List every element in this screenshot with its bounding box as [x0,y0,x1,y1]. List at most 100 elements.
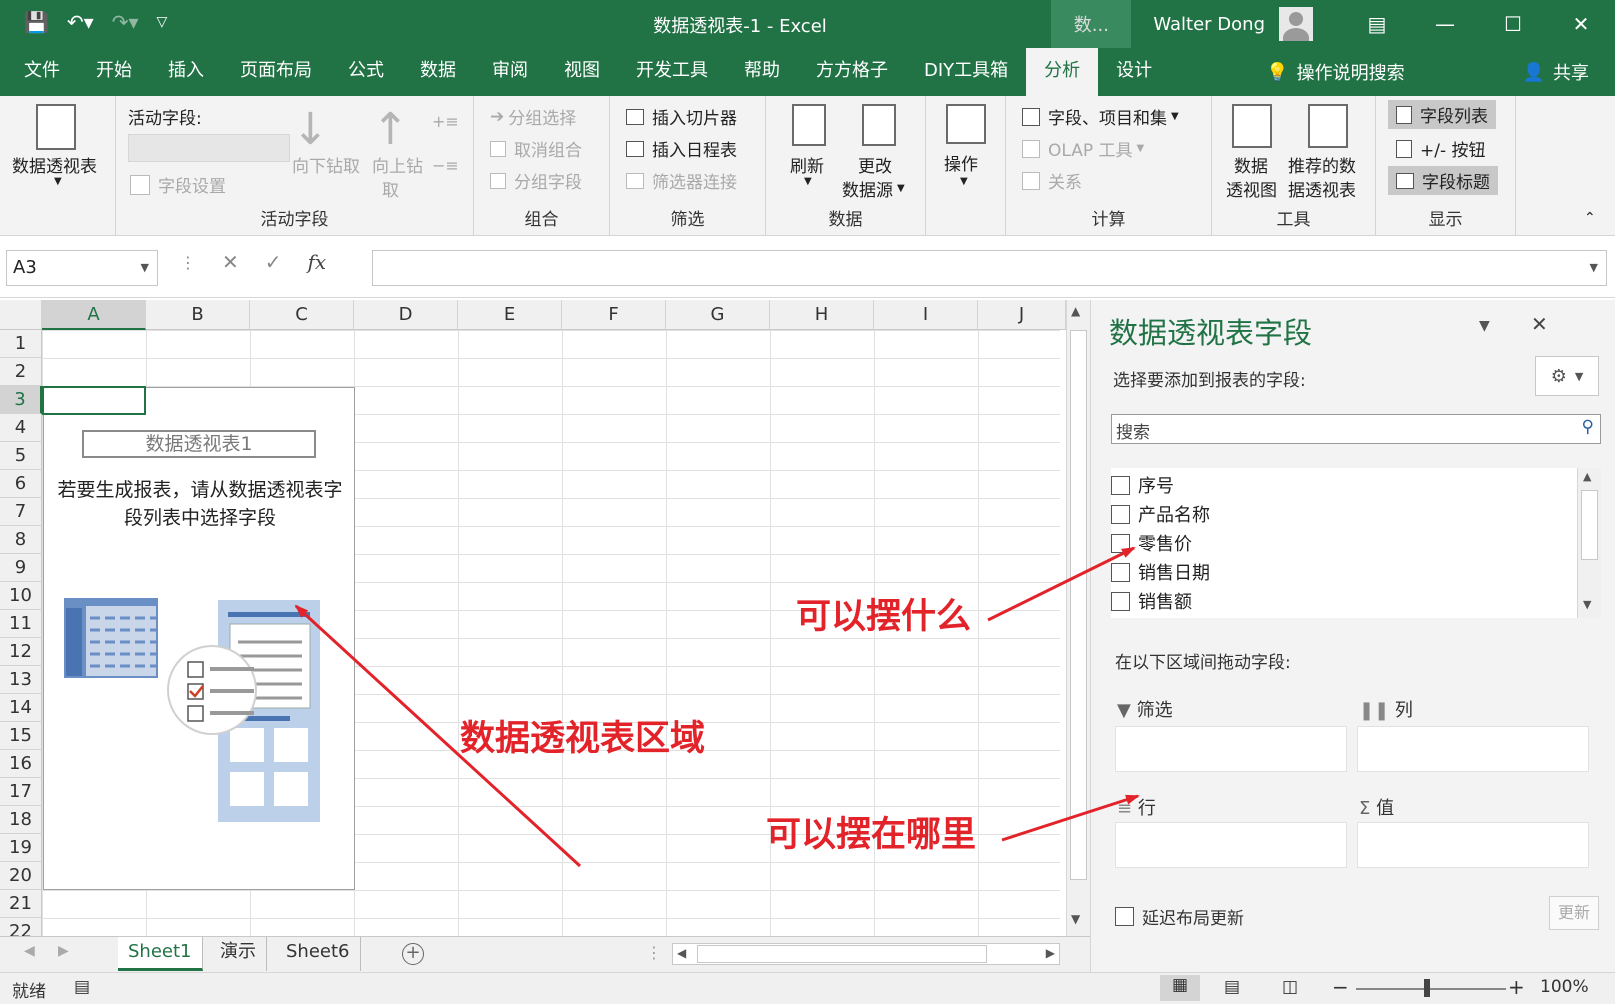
ungroup-button[interactable]: 取消组合 [490,136,582,161]
rows-drop-area[interactable] [1115,822,1347,868]
tab-ffgz[interactable]: 方方格子 [798,48,906,96]
row-header[interactable]: 11 [0,610,42,638]
user-name[interactable]: Walter Dong [1153,14,1265,35]
drill-up-button[interactable]: 向上钻 [372,152,423,177]
zoom-out-icon[interactable]: − [1332,975,1349,999]
drill-down-button[interactable]: 向下钻取 [292,152,360,177]
row-header[interactable]: 13 [0,666,42,694]
active-field-input[interactable] [128,134,290,162]
row-header[interactable]: 4 [0,414,42,442]
collapse-ribbon-icon[interactable]: ⌃ [1584,210,1596,226]
collapse-field-icon[interactable]: −≡ [432,156,459,175]
panel-options-icon[interactable]: ▼ [1479,318,1490,334]
row-header[interactable]: 21 [0,890,42,918]
row-header[interactable]: 22 [0,918,42,936]
scroll-right-icon[interactable]: ▶ [1046,946,1055,960]
field-list-toggle[interactable]: 字段列表 [1388,100,1496,129]
page-break-view-icon[interactable]: ◫ [1282,977,1298,997]
recommended-pivot-button[interactable]: 推荐的数 [1288,152,1356,177]
close-icon[interactable]: ✕ [1547,12,1615,36]
insert-function-icon[interactable]: fx [308,250,327,274]
columns-drop-area[interactable] [1357,726,1589,772]
insert-slicer-button[interactable]: 插入切片器 [626,104,737,129]
formula-input[interactable]: ▼ [372,250,1607,286]
tab-design[interactable]: 设计 [1098,48,1170,96]
tell-me-search[interactable]: 操作说明搜索 [1297,59,1405,85]
normal-view-icon[interactable]: ▦ [1160,975,1200,1001]
tab-page-layout[interactable]: 页面布局 [222,48,330,96]
update-button[interactable]: 更新 [1549,896,1599,930]
field-checkbox[interactable] [1111,591,1130,611]
row-header[interactable]: 8 [0,526,42,554]
field-checkbox[interactable] [1111,475,1130,495]
column-header[interactable]: E [458,300,562,330]
scroll-up-icon[interactable]: ▲ [1071,304,1080,318]
scroll-down-icon[interactable]: ▼ [1583,598,1591,611]
field-search-input[interactable]: 搜索 ⚲ [1111,414,1601,444]
field-checkbox[interactable] [1111,533,1130,553]
values-drop-area[interactable] [1357,822,1589,868]
tab-insert[interactable]: 插入 [150,48,222,96]
column-header[interactable]: G [666,300,770,330]
tab-analyze[interactable]: 分析 [1026,48,1099,96]
minimize-icon[interactable]: — [1411,12,1479,36]
fields-items-sets-button[interactable]: 字段、项目和集 ▼ [1022,104,1179,129]
cancel-icon[interactable]: ✕ [222,250,239,274]
field-list-scrollbar[interactable]: ▲ ▼ [1577,468,1601,618]
horizontal-scrollbar[interactable]: ◀ ▶ [672,943,1060,965]
column-header[interactable]: D [354,300,458,330]
list-item[interactable]: 销售额 [1111,588,1192,614]
actions-button[interactable]: 操作 [944,150,978,175]
row-header[interactable]: 1 [0,330,42,358]
ribbon-display-icon[interactable]: ▤ [1343,12,1411,36]
tab-review[interactable]: 审阅 [474,48,546,96]
row-header[interactable]: 10 [0,582,42,610]
tab-developer[interactable]: 开发工具 [618,48,726,96]
row-header[interactable]: 19 [0,834,42,862]
olap-tools-button[interactable]: OLAP 工具 ▼ [1022,136,1144,161]
zoom-slider-thumb[interactable] [1424,979,1430,997]
share-button[interactable]: 共享 [1553,59,1589,85]
field-list-scroll-thumb[interactable] [1581,490,1598,560]
chevron-down-icon[interactable]: ▼ [141,261,149,274]
defer-checkbox[interactable] [1115,907,1134,926]
row-header[interactable]: 15 [0,722,42,750]
row-header[interactable]: 17 [0,778,42,806]
column-header[interactable]: J [978,300,1066,330]
pivot-chart-button[interactable]: 数据 [1234,152,1268,177]
select-all-corner[interactable] [0,300,42,330]
expand-field-icon[interactable]: +≡ [432,112,459,131]
field-checkbox[interactable] [1111,504,1130,524]
tools-button[interactable]: ⚙ ▼ [1535,356,1599,396]
chevron-down-icon[interactable]: ▼ [1590,261,1598,274]
pivot-table-button[interactable]: 数据透视表 [12,152,97,177]
defer-layout-update[interactable]: 延迟布局更新 [1115,904,1244,929]
plus-minus-buttons-toggle[interactable]: +/- 按钮 [1388,134,1494,163]
page-layout-view-icon[interactable]: ▤ [1224,977,1240,997]
sheet-tab[interactable]: Sheet1 [118,937,203,971]
enter-icon[interactable]: ✓ [265,250,282,274]
tab-file[interactable]: 文件 [0,48,78,96]
row-header[interactable]: 20 [0,862,42,890]
macro-record-icon[interactable]: ▤ [74,977,90,997]
filter-connections-button[interactable]: 筛选器连接 [626,168,737,193]
field-settings-button[interactable]: 字段设置 [130,172,226,197]
group-field-button[interactable]: 分组字段 [490,168,582,193]
zoom-in-icon[interactable]: + [1508,975,1525,999]
vertical-scrollbar[interactable]: ▲ ▼ [1066,300,1090,936]
horizontal-scroll-thumb[interactable] [697,945,987,963]
scroll-up-icon[interactable]: ▲ [1583,470,1591,483]
column-header[interactable]: I [874,300,978,330]
maximize-icon[interactable]: ☐ [1479,12,1547,36]
list-item[interactable]: 销售日期 [1111,559,1210,585]
column-header[interactable]: F [562,300,666,330]
tab-view[interactable]: 视图 [546,48,618,96]
row-header[interactable]: 3 [0,386,42,414]
list-item[interactable]: 序号 [1111,472,1174,498]
row-header[interactable]: 7 [0,498,42,526]
group-selection-button[interactable]: ➔ 分组选择 [490,104,576,130]
scroll-left-icon[interactable]: ◀ [677,946,686,960]
share-icon[interactable]: 👤 [1523,62,1545,83]
chevron-down-icon[interactable]: ▼ [54,176,62,187]
zoom-level[interactable]: 100% [1540,977,1589,997]
